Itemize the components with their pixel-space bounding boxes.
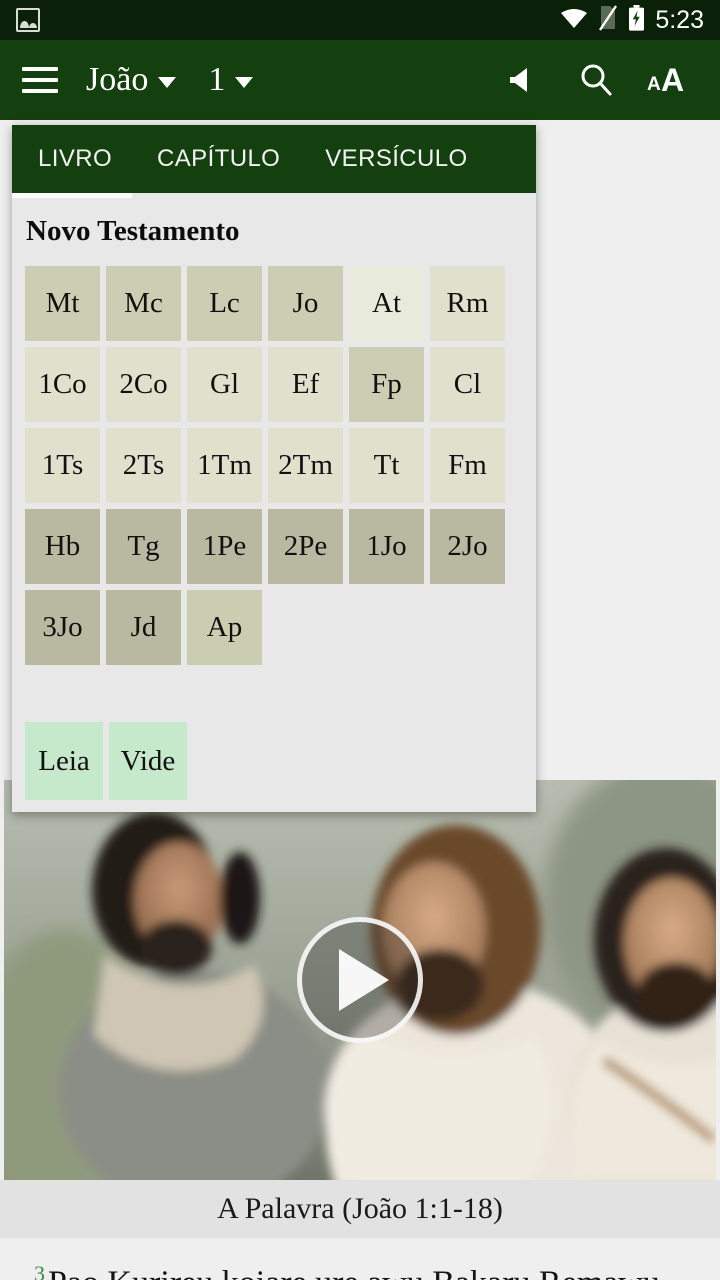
book-button-jd[interactable]: Jd (106, 590, 181, 665)
read-button[interactable]: Leia (25, 722, 103, 800)
picker-tab-bar: LIVRO CAPÍTULO VERSÍCULO (12, 125, 536, 198)
book-button-jo[interactable]: Jo (268, 266, 343, 341)
book-button-2co[interactable]: 2Co (106, 347, 181, 422)
book-button-mc[interactable]: Mc (106, 266, 181, 341)
book-button-1tm[interactable]: 1Tm (187, 428, 262, 503)
book-selector-label: João (86, 61, 149, 98)
book-selector[interactable]: João (86, 61, 177, 99)
active-tab-indicator (12, 193, 132, 198)
book-button-tt[interactable]: Tt (349, 428, 424, 503)
tab-capitulo[interactable]: CAPÍTULO (157, 145, 280, 173)
audio-button[interactable] (494, 52, 550, 108)
search-button[interactable] (568, 52, 624, 108)
book-button-mt[interactable]: Mt (25, 266, 100, 341)
book-button-2tm[interactable]: 2Tm (268, 428, 343, 503)
photo-notification-icon (16, 8, 40, 32)
book-button-1co[interactable]: 1Co (25, 347, 100, 422)
book-button-2pe[interactable]: 2Pe (268, 509, 343, 584)
clock: 5:23 (655, 5, 704, 34)
chevron-down-icon (158, 76, 177, 88)
chapter-selector[interactable]: 1 (208, 61, 254, 99)
battery-charging-icon (628, 4, 645, 36)
video-button[interactable]: Vide (109, 722, 187, 800)
chapter-selector-label: 1 (208, 61, 226, 98)
book-button-ap[interactable]: Ap (187, 590, 262, 665)
play-icon (339, 949, 389, 1011)
status-bar-system: 5:23 (560, 4, 704, 36)
video-caption: A Palavra (João 1:1-18) (0, 1180, 720, 1238)
text-size-icon: A A (647, 62, 684, 98)
wifi-icon (560, 6, 588, 35)
video-thumbnail[interactable] (4, 780, 716, 1180)
book-button-1pe[interactable]: 1Pe (187, 509, 262, 584)
tab-livro[interactable]: LIVRO (38, 145, 112, 173)
verse-number: 3 (34, 1261, 45, 1280)
speaker-icon (510, 68, 527, 92)
book-button-gl[interactable]: Gl (187, 347, 262, 422)
book-button-ef[interactable]: Ef (268, 347, 343, 422)
no-sim-icon (598, 4, 618, 36)
book-button-1jo[interactable]: 1Jo (349, 509, 424, 584)
book-button-1ts[interactable]: 1Ts (25, 428, 100, 503)
status-bar: 5:23 (0, 0, 720, 40)
status-bar-notifications (16, 8, 560, 32)
book-button-2ts[interactable]: 2Ts (106, 428, 181, 503)
chevron-down-icon (235, 76, 254, 88)
book-button-2jo[interactable]: 2Jo (430, 509, 505, 584)
book-button-3jo[interactable]: 3Jo (25, 590, 100, 665)
svg-text:A: A (661, 62, 684, 98)
book-picker-panel: LIVRO CAPÍTULO VERSÍCULO Novo Testamento… (12, 125, 536, 812)
book-button-tg[interactable]: Tg (106, 509, 181, 584)
book-button-hb[interactable]: Hb (25, 509, 100, 584)
tab-versiculo[interactable]: VERSÍCULO (325, 145, 467, 173)
testament-heading: Novo Testamento (26, 215, 240, 247)
verse-paragraph: 3Pao Kurireu koiare ure awu Bakaru Remaw… (0, 1260, 720, 1280)
svg-text:A: A (647, 74, 661, 95)
text-size-button[interactable]: A A (642, 52, 698, 108)
book-button-at[interactable]: At (349, 266, 424, 341)
hamburger-menu-icon[interactable] (22, 67, 58, 93)
book-grid: Mt Mc Lc Jo At Rm 1Co 2Co Gl Ef Fp Cl 1T… (25, 266, 517, 665)
book-button-cl[interactable]: Cl (430, 347, 505, 422)
app-toolbar: João 1 A A (0, 40, 720, 120)
search-icon (581, 64, 612, 96)
verse-text: Pao Kurireu koiare ure awu Bakaru Remawu… (34, 1264, 660, 1280)
picker-actions: Leia Vide (25, 722, 536, 800)
book-button-rm[interactable]: Rm (430, 266, 505, 341)
play-button[interactable] (297, 917, 423, 1043)
book-button-fm[interactable]: Fm (430, 428, 505, 503)
app-root: 5:23 João 1 A A A Palavra (João 1:1-18) … (0, 0, 720, 1280)
book-button-fp[interactable]: Fp (349, 347, 424, 422)
book-button-lc[interactable]: Lc (187, 266, 262, 341)
